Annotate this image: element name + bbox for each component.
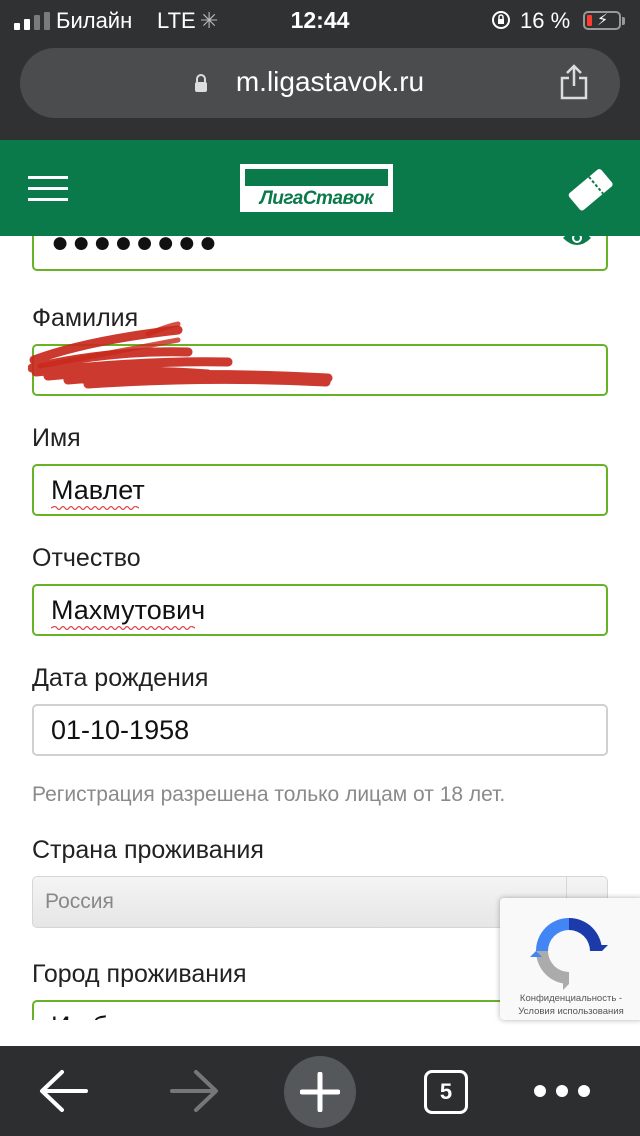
birth-date-field[interactable]: 01-10-1958 <box>32 704 608 756</box>
browser-chrome-top: Билайн LTE ✳ 12:44 16 % ⚡ m.ligastavok.r… <box>0 0 640 140</box>
recaptcha-links: Конфиденциальность - Условия использован… <box>500 992 640 1018</box>
birth-date-value: 01-10-1958 <box>51 715 190 745</box>
url-text: m.ligastavok.ru <box>235 66 425 97</box>
password-field[interactable]: ●●●●●●●● <box>32 236 608 271</box>
password-dots: ●●●●●●●● <box>51 236 220 259</box>
tabs-button[interactable]: 5 <box>424 1070 468 1114</box>
spellcheck-underline <box>51 626 195 630</box>
rotation-lock-icon <box>492 11 510 29</box>
browser-toolbar: 5 <box>0 1046 640 1136</box>
status-bar: Билайн LTE ✳ 12:44 16 % ⚡ <box>0 0 640 42</box>
share-icon[interactable] <box>558 64 590 100</box>
city-label: Город проживания <box>32 960 247 988</box>
redaction-scribble <box>28 321 333 389</box>
new-tab-button[interactable] <box>284 1056 356 1128</box>
recaptcha-terms-link[interactable]: Условия использования <box>518 1006 623 1017</box>
patronymic-field[interactable]: Махмутович <box>32 584 608 636</box>
plus-icon <box>300 1072 340 1112</box>
age-hint: Регистрация разрешена только лицам от 18… <box>32 783 506 806</box>
site-logo[interactable]: ЛигаСтавок <box>240 164 393 212</box>
country-value: Россия <box>45 890 114 913</box>
recaptcha-icon <box>530 918 608 990</box>
patronymic-value: Махмутович <box>51 595 206 625</box>
city-value: Ишбулды <box>51 1011 171 1020</box>
country-label: Страна проживания <box>32 836 264 864</box>
eye-icon[interactable] <box>562 236 592 248</box>
first-name-label: Имя <box>32 424 81 452</box>
more-dots-icon[interactable] <box>530 1076 594 1106</box>
spellcheck-underline <box>51 506 139 510</box>
first-name-field[interactable]: Мавлет <box>32 464 608 516</box>
arrow-right-icon[interactable] <box>168 1068 220 1114</box>
address-bar[interactable]: m.ligastavok.ru <box>20 48 620 118</box>
logo-text: ЛигаСтавок <box>240 186 393 212</box>
recaptcha-badge[interactable]: Конфиденциальность - Условия использован… <box>500 898 640 1020</box>
first-name-value: Мавлет <box>51 475 145 505</box>
coupon-icon[interactable] <box>563 164 617 214</box>
patronymic-label: Отчество <box>32 544 141 572</box>
arrow-left-icon[interactable] <box>38 1068 90 1114</box>
battery-icon: ⚡ <box>583 11 625 30</box>
battery-percent: 16 % <box>520 8 571 33</box>
recaptcha-privacy-link[interactable]: Конфиденциальность <box>520 993 616 1004</box>
birth-date-label: Дата рождения <box>32 664 209 692</box>
site-header: ЛигаСтавок <box>0 140 640 236</box>
recaptcha-separator: - <box>618 993 623 1004</box>
menu-icon[interactable] <box>28 176 68 202</box>
